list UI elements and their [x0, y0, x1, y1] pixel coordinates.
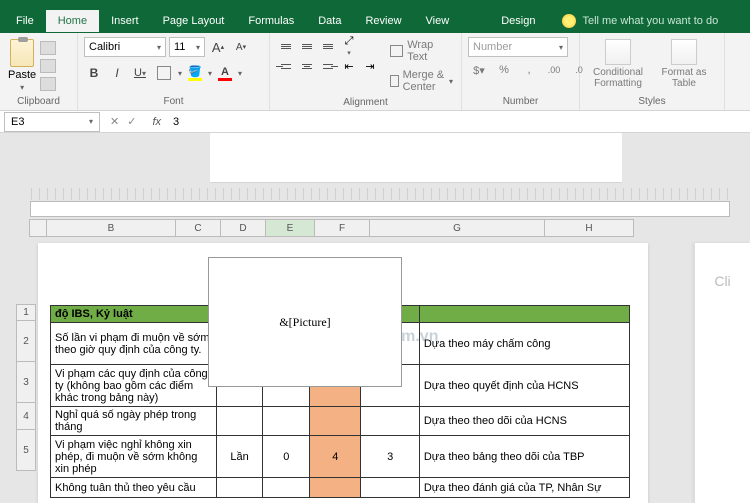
copy-icon[interactable]: [40, 59, 56, 73]
bold-button[interactable]: B: [84, 63, 104, 83]
wrap-text-button[interactable]: Wrap Text: [388, 37, 455, 65]
font-color-button[interactable]: A: [215, 63, 235, 83]
accounting-format[interactable]: $▾: [468, 60, 490, 80]
tab-review[interactable]: Review: [353, 10, 413, 32]
col-h[interactable]: H: [544, 219, 634, 237]
border-button[interactable]: [157, 66, 171, 80]
align-top[interactable]: [276, 37, 296, 55]
fx-icon[interactable]: fx: [146, 116, 167, 128]
paste-icon: [10, 39, 34, 67]
indent-increase[interactable]: ⇥: [360, 57, 380, 75]
cut-icon[interactable]: [40, 41, 56, 55]
col-e[interactable]: E: [265, 219, 315, 237]
font-size-dropdown[interactable]: 11▾: [169, 37, 205, 57]
ribbon: Paste▾ Clipboard Calibri▾ 11▾ A▴ A▾ B I …: [0, 33, 750, 111]
col-f[interactable]: F: [314, 219, 370, 237]
ribbon-tabs: File Home Insert Page Layout Formulas Da…: [0, 8, 750, 33]
horizontal-ruler: [30, 201, 730, 217]
underline-button[interactable]: U▾: [130, 63, 150, 83]
group-alignment-label: Alignment: [274, 97, 457, 109]
tab-formulas[interactable]: Formulas: [236, 10, 306, 32]
row-3[interactable]: 3: [16, 361, 36, 403]
conditional-icon: [605, 39, 631, 65]
tell-me[interactable]: Tell me what you want to do: [562, 14, 718, 28]
enter-formula[interactable]: ✓: [127, 115, 136, 128]
comma-format[interactable]: ,: [518, 60, 540, 80]
tab-home[interactable]: Home: [46, 10, 99, 32]
tab-design[interactable]: Design: [489, 10, 547, 32]
group-clipboard-label: Clipboard: [4, 96, 73, 108]
paste-button[interactable]: Paste▾: [6, 37, 38, 94]
increase-decimal[interactable]: .00: [543, 60, 565, 80]
header-center-section[interactable]: &[Picture]: [208, 257, 402, 387]
page-view: 1 2 3 4 5 .com.vn &[Picture] độ IBS, Kỷ …: [38, 243, 648, 503]
tab-insert[interactable]: Insert: [99, 10, 151, 32]
formula-bar-expanded[interactable]: [210, 133, 622, 183]
group-number-label: Number: [466, 96, 575, 108]
italic-button[interactable]: I: [107, 63, 127, 83]
tab-data[interactable]: Data: [306, 10, 353, 32]
format-as-table-button[interactable]: Format as Table: [652, 37, 716, 91]
fill-color-button[interactable]: 🪣: [185, 63, 205, 83]
row-5[interactable]: 5: [16, 429, 36, 471]
align-middle[interactable]: [297, 37, 317, 55]
align-center[interactable]: [297, 57, 317, 75]
group-font-label: Font: [82, 96, 265, 108]
align-left[interactable]: [276, 57, 296, 75]
format-painter-icon[interactable]: [40, 77, 56, 91]
row-2[interactable]: 2: [16, 320, 36, 362]
col-d[interactable]: D: [220, 219, 266, 237]
merge-icon: [390, 75, 399, 87]
font-name-dropdown[interactable]: Calibri▾: [84, 37, 166, 57]
side-panel[interactable]: Cli: [694, 243, 750, 503]
table-row[interactable]: Vi phạm việc nghỉ không xin phép, đi muộ…: [51, 436, 630, 478]
orientation[interactable]: ⤢▾: [339, 37, 359, 55]
name-box[interactable]: E3▾: [4, 112, 100, 132]
group-styles-label: Styles: [584, 96, 720, 108]
conditional-formatting-button[interactable]: Conditional Formatting: [586, 37, 650, 91]
tab-pagelayout[interactable]: Page Layout: [151, 10, 237, 32]
formula-bar[interactable]: 3: [167, 116, 750, 128]
tab-file[interactable]: File: [4, 10, 46, 32]
cancel-formula[interactable]: ✕: [110, 115, 119, 128]
percent-format[interactable]: %: [493, 60, 515, 80]
table-icon: [671, 39, 697, 65]
row-1[interactable]: 1: [16, 304, 36, 321]
align-right[interactable]: [318, 57, 338, 75]
table-row[interactable]: Không tuân thủ theo yêu cầuDựa theo đánh…: [51, 478, 630, 498]
col-b[interactable]: B: [46, 219, 176, 237]
column-headers: B C D E F G H: [30, 219, 634, 237]
row-4[interactable]: 4: [16, 402, 36, 430]
bulb-icon: [562, 14, 576, 28]
shrink-font[interactable]: A▾: [231, 37, 251, 57]
col-c[interactable]: C: [175, 219, 221, 237]
align-bottom[interactable]: [318, 37, 338, 55]
indent-decrease[interactable]: ⇤: [339, 57, 359, 75]
tab-view[interactable]: View: [414, 10, 462, 32]
table-row[interactable]: Nghỉ quá số ngày phép trong thángDựa the…: [51, 407, 630, 436]
number-format-dropdown[interactable]: Number▾: [468, 37, 568, 57]
grow-font[interactable]: A▴: [208, 37, 228, 57]
wrap-icon: [390, 45, 403, 57]
merge-center-button[interactable]: Merge & Center ▾: [388, 67, 455, 95]
col-g[interactable]: G: [369, 219, 545, 237]
